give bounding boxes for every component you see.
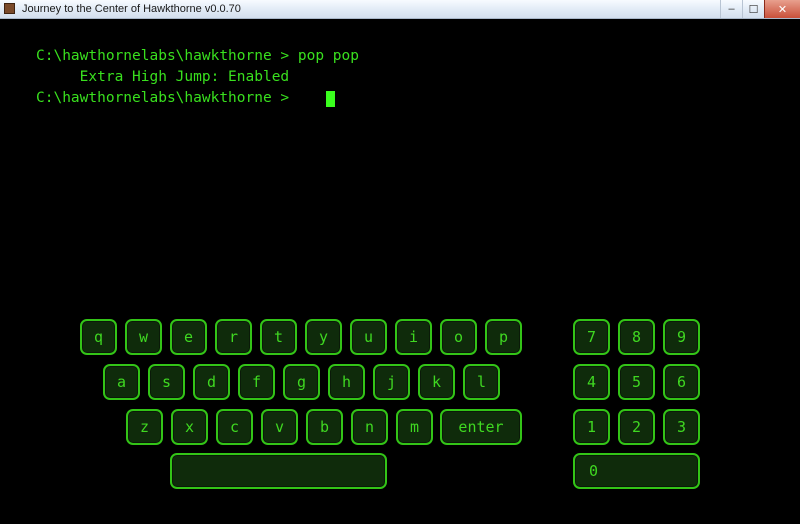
key-n[interactable]: n — [351, 409, 388, 445]
numpad-key-8[interactable]: 8 — [618, 319, 655, 355]
key-w[interactable]: w — [125, 319, 162, 355]
key-j[interactable]: j — [373, 364, 410, 400]
numpad-key-0[interactable]: 0 — [573, 453, 700, 489]
enter-key[interactable]: enter — [440, 409, 522, 445]
space-key[interactable] — [170, 453, 387, 489]
numpad-key-5[interactable]: 5 — [618, 364, 655, 400]
key-s[interactable]: s — [148, 364, 185, 400]
key-k[interactable]: k — [418, 364, 455, 400]
key-z[interactable]: z — [126, 409, 163, 445]
key-m[interactable]: m — [396, 409, 433, 445]
window-titlebar[interactable]: Journey to the Center of Hawkthorne v0.0… — [0, 0, 800, 19]
window-controls: – ☐ ✕ — [720, 0, 800, 18]
key-a[interactable]: a — [103, 364, 140, 400]
key-d[interactable]: d — [193, 364, 230, 400]
close-button[interactable]: ✕ — [764, 0, 800, 18]
app-icon — [4, 3, 15, 14]
key-r[interactable]: r — [215, 319, 252, 355]
key-h[interactable]: h — [328, 364, 365, 400]
numpad-key-4[interactable]: 4 — [573, 364, 610, 400]
numpad-key-1[interactable]: 1 — [573, 409, 610, 445]
key-l[interactable]: l — [463, 364, 500, 400]
key-f[interactable]: f — [238, 364, 275, 400]
key-i[interactable]: i — [395, 319, 432, 355]
window-title: Journey to the Center of Hawkthorne v0.0… — [22, 3, 241, 15]
key-e[interactable]: e — [170, 319, 207, 355]
key-p[interactable]: p — [485, 319, 522, 355]
numpad-key-9[interactable]: 9 — [663, 319, 700, 355]
terminal-line: C:\hawthornelabs\hawkthorne > pop pop — [36, 48, 360, 64]
game-viewport: C:\hawthornelabs\hawkthorne > pop pop Ex… — [0, 19, 800, 524]
maximize-button[interactable]: ☐ — [742, 0, 764, 18]
key-u[interactable]: u — [350, 319, 387, 355]
numpad-key-7[interactable]: 7 — [573, 319, 610, 355]
minimize-button[interactable]: – — [720, 0, 742, 18]
numpad-key-3[interactable]: 3 — [663, 409, 700, 445]
numpad-key-6[interactable]: 6 — [663, 364, 700, 400]
key-o[interactable]: o — [440, 319, 477, 355]
key-g[interactable]: g — [283, 364, 320, 400]
key-x[interactable]: x — [171, 409, 208, 445]
key-y[interactable]: y — [305, 319, 342, 355]
terminal-prompt: C:\hawthornelabs\hawkthorne > — [36, 90, 298, 106]
key-q[interactable]: q — [80, 319, 117, 355]
numpad-key-2[interactable]: 2 — [618, 409, 655, 445]
terminal-line: Extra High Jump: Enabled — [36, 69, 290, 85]
key-b[interactable]: b — [306, 409, 343, 445]
key-t[interactable]: t — [260, 319, 297, 355]
key-c[interactable]: c — [216, 409, 253, 445]
terminal-cursor — [326, 91, 335, 107]
key-v[interactable]: v — [261, 409, 298, 445]
